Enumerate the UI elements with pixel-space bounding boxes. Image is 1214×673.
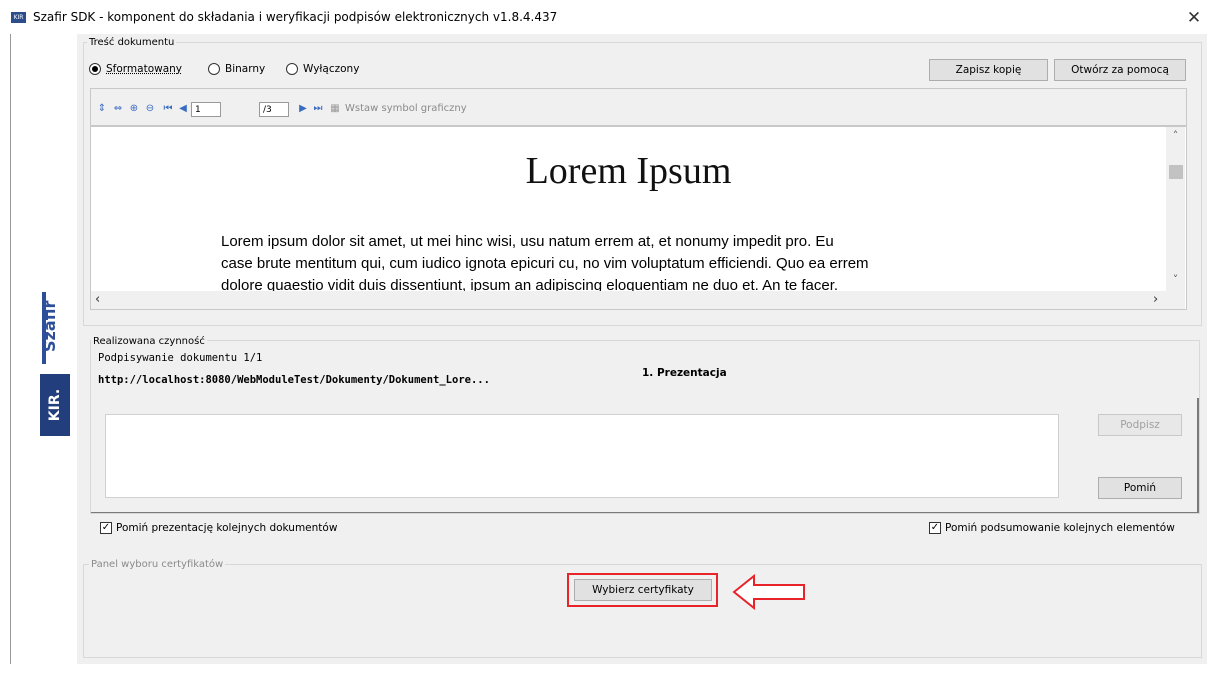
insert-symbol-icon: ▦	[330, 103, 340, 114]
arrow-left-icon	[732, 574, 805, 610]
next-page-icon[interactable]: ▶	[297, 102, 309, 116]
vertical-scroll-thumb[interactable]	[1169, 165, 1183, 179]
choose-certificates-button[interactable]: Wybierz certyfikaty	[574, 579, 712, 601]
radio-formatted-indicator[interactable]	[89, 63, 101, 75]
certificate-panel-title: Panel wyboru certyfikatów	[89, 559, 226, 570]
radio-formatted[interactable]: Sformatowany	[89, 63, 182, 75]
document-url: http://localhost:8080/WebModuleTest/Doku…	[98, 374, 490, 386]
szafir-logo: Szafir	[40, 300, 59, 352]
signing-progress-label: Podpisywanie dokumentu 1/1	[98, 352, 263, 364]
skip-summary-checkbox[interactable]: ✓ Pomiń podsumowanie kolejnych elementów	[929, 522, 1175, 534]
scroll-up-icon[interactable]: ˄	[1166, 129, 1185, 143]
scroll-down-icon[interactable]: ˅	[1166, 273, 1185, 287]
zoom-out-icon[interactable]: ⊖	[144, 102, 156, 116]
fit-height-icon[interactable]: ⇕	[96, 102, 108, 116]
skip-presentation-checkbox[interactable]: ✓ Pomiń prezentację kolejnych dokumentów	[100, 522, 337, 534]
radio-disabled-indicator[interactable]	[286, 63, 298, 75]
prev-page-icon[interactable]: ◀	[177, 102, 189, 116]
document-content-title: Treść dokumentu	[87, 37, 177, 48]
current-page-input[interactable]: 1	[191, 102, 221, 117]
last-page-icon[interactable]: ⏭	[312, 102, 324, 116]
document-preview[interactable]: Lorem Ipsum Lorem ipsum dolor sit amet, …	[90, 126, 1187, 310]
preview-heading: Lorem Ipsum	[525, 150, 732, 192]
radio-formatted-label: Sformatowany	[106, 63, 183, 75]
save-copy-button[interactable]: Zapisz kopię	[929, 59, 1048, 81]
checkmark-icon[interactable]: ✓	[100, 522, 112, 534]
zoom-in-icon[interactable]: ⊕	[128, 102, 140, 116]
sign-button[interactable]: Podpisz	[1098, 414, 1182, 436]
radio-disabled-label: Wyłączony	[303, 63, 360, 75]
radio-binary-label: Binarny	[225, 63, 266, 75]
preview-line-1: Lorem ipsum dolor sit amet, ut mei hinc …	[221, 233, 834, 250]
scroll-left-icon[interactable]: ‹	[95, 291, 107, 309]
left-divider	[10, 34, 11, 664]
radio-binary[interactable]: Binarny	[208, 63, 265, 75]
step-label: 1. Prezentacja	[642, 367, 727, 379]
signature-info-box	[105, 414, 1059, 498]
close-icon[interactable]: ✕	[1180, 6, 1208, 30]
checkmark-icon[interactable]: ✓	[929, 522, 941, 534]
vertical-scrollbar[interactable]	[1166, 127, 1185, 291]
skip-button[interactable]: Pomiń	[1098, 477, 1182, 499]
radio-disabled[interactable]: Wyłączony	[286, 63, 359, 75]
scroll-right-icon[interactable]: ›	[1153, 291, 1165, 309]
skip-presentation-label: Pomiń prezentację kolejnych dokumentów	[116, 522, 338, 534]
total-pages-field: /3	[259, 102, 289, 117]
app-icon: KIR	[11, 12, 26, 23]
skip-summary-label: Pomiń podsumowanie kolejnych elementów	[945, 522, 1175, 534]
first-page-icon[interactable]: ⏮	[162, 102, 174, 116]
insert-symbol-label: Wstaw symbol graficzny	[345, 103, 467, 114]
radio-binary-indicator[interactable]	[208, 63, 220, 75]
main-panel: Treść dokumentu Sformatowany Binarny Wył…	[77, 34, 1207, 664]
open-with-button[interactable]: Otwórz za pomocą	[1054, 59, 1186, 81]
kir-logo: KIR.	[47, 388, 63, 422]
preview-line-2: case brute mentitum qui, cum iudico igno…	[221, 255, 869, 272]
preview-toolbar	[90, 88, 1187, 126]
fit-width-icon[interactable]: ⇔	[112, 102, 124, 116]
activity-title: Realizowana czynność	[91, 336, 207, 347]
horizontal-scrollbar[interactable]	[91, 291, 1185, 309]
window-title: Szafir SDK - komponent do składania i we…	[33, 10, 558, 24]
